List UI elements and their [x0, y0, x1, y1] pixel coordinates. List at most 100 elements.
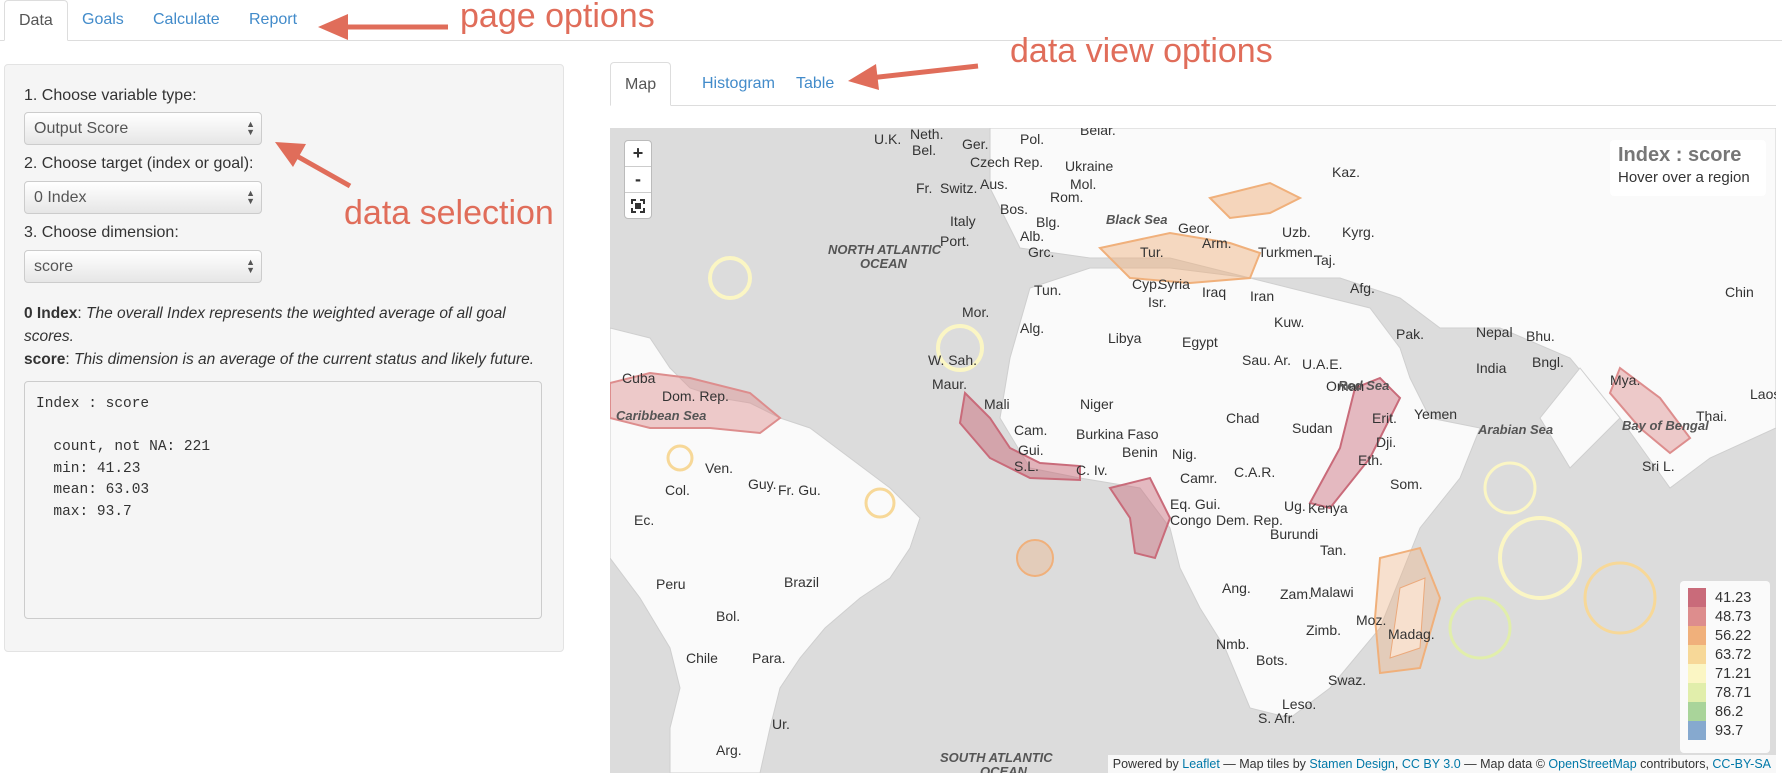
map-label: Afg.	[1350, 280, 1375, 296]
map-label: Mali	[984, 396, 1010, 412]
map-label: Ec.	[634, 512, 655, 528]
map-label: Aus.	[980, 176, 1009, 192]
map-label: Mya.	[1610, 372, 1641, 388]
map-label: Kuw.	[1274, 314, 1305, 330]
map-label: Nepal	[1476, 324, 1513, 340]
map-label: Geor.	[1178, 220, 1213, 236]
choropleth-map[interactable]: U.K. Neth. Bel. Ger. Pol. Belar. Ukraine…	[610, 128, 1776, 773]
fullscreen-icon	[631, 199, 645, 214]
legend-row: 78.71	[1688, 683, 1762, 702]
map-label: Brazil	[784, 574, 820, 590]
map-label: Nmb.	[1216, 636, 1250, 652]
map-label: Thai.	[1696, 408, 1728, 424]
map-label: Ven.	[705, 460, 734, 476]
map-label: Swaz.	[1328, 672, 1367, 688]
map-label: Red Sea	[1338, 378, 1390, 393]
info-subtitle: Hover over a region	[1618, 169, 1750, 186]
map-label: Neth.	[910, 128, 944, 142]
map-label: Col.	[665, 482, 690, 498]
map-label: Para.	[752, 650, 786, 666]
legend-swatch	[1688, 721, 1706, 740]
zoom-out-button[interactable]: -	[625, 167, 651, 193]
map-label: Guy.	[748, 476, 777, 492]
map-label: Dom. Rep.	[662, 388, 729, 404]
tab-histogram[interactable]: Histogram	[688, 62, 789, 106]
map-label: Cyp.	[1132, 276, 1161, 292]
map-label: Bel.	[912, 142, 937, 158]
data-view-tabs: Map Histogram Table	[610, 62, 1776, 106]
map-label: Camr.	[1180, 470, 1218, 486]
attribution-powered: Powered by	[1112, 757, 1179, 771]
map-label: Bos.	[1000, 201, 1029, 217]
map-label: Dji.	[1376, 434, 1397, 450]
map-label: U.K.	[874, 131, 902, 147]
map-label: Ukraine	[1065, 158, 1114, 174]
info-title: Index : score	[1618, 144, 1742, 166]
map-label: Chin	[1725, 284, 1754, 300]
legend-value: 41.23	[1715, 589, 1752, 606]
map-label: Bhu.	[1526, 328, 1555, 344]
map-label: Fr. Gu.	[778, 482, 821, 498]
legend-value: 78.71	[1715, 684, 1752, 701]
stamen-link[interactable]: Stamen Design	[1309, 757, 1394, 771]
map-label: S. Afr.	[1258, 710, 1296, 726]
map-label: Ang.	[1222, 580, 1251, 596]
tab-table[interactable]: Table	[782, 62, 848, 106]
map-label: Peru	[656, 576, 686, 592]
map-label: W. Sah.	[928, 352, 978, 368]
map-label: Madag.	[1388, 626, 1435, 642]
zoom-in-button[interactable]: +	[625, 141, 651, 167]
map-label: Kaz.	[1332, 164, 1361, 180]
map-label: Grc.	[1028, 244, 1055, 260]
map-label: Zimb.	[1306, 622, 1341, 638]
fullscreen-button[interactable]	[625, 193, 651, 218]
map-label: Switz.	[940, 180, 978, 196]
map-label: Tan.	[1320, 542, 1347, 558]
map-label: Congo	[1170, 512, 1212, 528]
map-label: Tun.	[1034, 282, 1062, 298]
cc-by-link[interactable]: CC BY 3.0	[1402, 757, 1461, 771]
map-label: Belar.	[1080, 128, 1116, 138]
map-label: Ger.	[962, 136, 989, 152]
map-label: Eth.	[1358, 452, 1383, 468]
map-label: Chile	[686, 650, 718, 666]
map-label: Cuba	[622, 370, 656, 386]
legend-value: 63.72	[1715, 646, 1752, 663]
attribution-contrib: contributors,	[1640, 757, 1709, 771]
map-label: Moz.	[1356, 612, 1387, 628]
legend-row: 71.21	[1688, 664, 1762, 683]
legend-value: 93.7	[1715, 722, 1744, 739]
legend-swatch	[1688, 645, 1706, 664]
map-label: Bol.	[716, 608, 741, 624]
legend-swatch	[1688, 664, 1706, 683]
map-label: Pak.	[1396, 326, 1425, 342]
map-label: Bngl.	[1532, 354, 1564, 370]
map-label: OCEAN	[860, 256, 907, 271]
map-label: Gui.	[1018, 442, 1044, 458]
map-label: Iraq	[1202, 284, 1227, 300]
map-label: C.A.R.	[1234, 464, 1276, 480]
map-label: Alb.	[1020, 228, 1045, 244]
legend-row: 56.22	[1688, 626, 1762, 645]
legend-row: 41.23	[1688, 588, 1762, 607]
map-label: Pol.	[1020, 131, 1045, 147]
attribution-tiles: — Map tiles by	[1219, 757, 1306, 771]
osm-link[interactable]: OpenStreetMap	[1548, 757, 1636, 771]
cc-by-sa-link[interactable]: CC-BY-SA	[1712, 757, 1771, 771]
legend-value: 86.2	[1715, 703, 1744, 720]
map-label: Zam.	[1280, 586, 1312, 602]
tab-map[interactable]: Map	[610, 62, 672, 106]
map-label: OCEAN	[980, 764, 1027, 773]
map-label: Uzb.	[1282, 224, 1311, 240]
color-legend: 41.23 48.73 56.22 63.72 71.21 78.71 86.2 93.7	[1680, 581, 1770, 753]
leaflet-link[interactable]: Leaflet	[1182, 757, 1220, 771]
map-label: C. Iv.	[1076, 462, 1108, 478]
map-label: Sudan	[1292, 420, 1333, 436]
map-label: Tur.	[1140, 244, 1164, 260]
map-label: Italy	[950, 213, 976, 229]
map-label: U.A.E.	[1302, 356, 1343, 372]
legend-swatch	[1688, 626, 1706, 645]
map-label: Egypt	[1182, 334, 1218, 350]
map-label: Turkmen.	[1258, 244, 1317, 260]
map-label: Ug.	[1284, 498, 1306, 514]
